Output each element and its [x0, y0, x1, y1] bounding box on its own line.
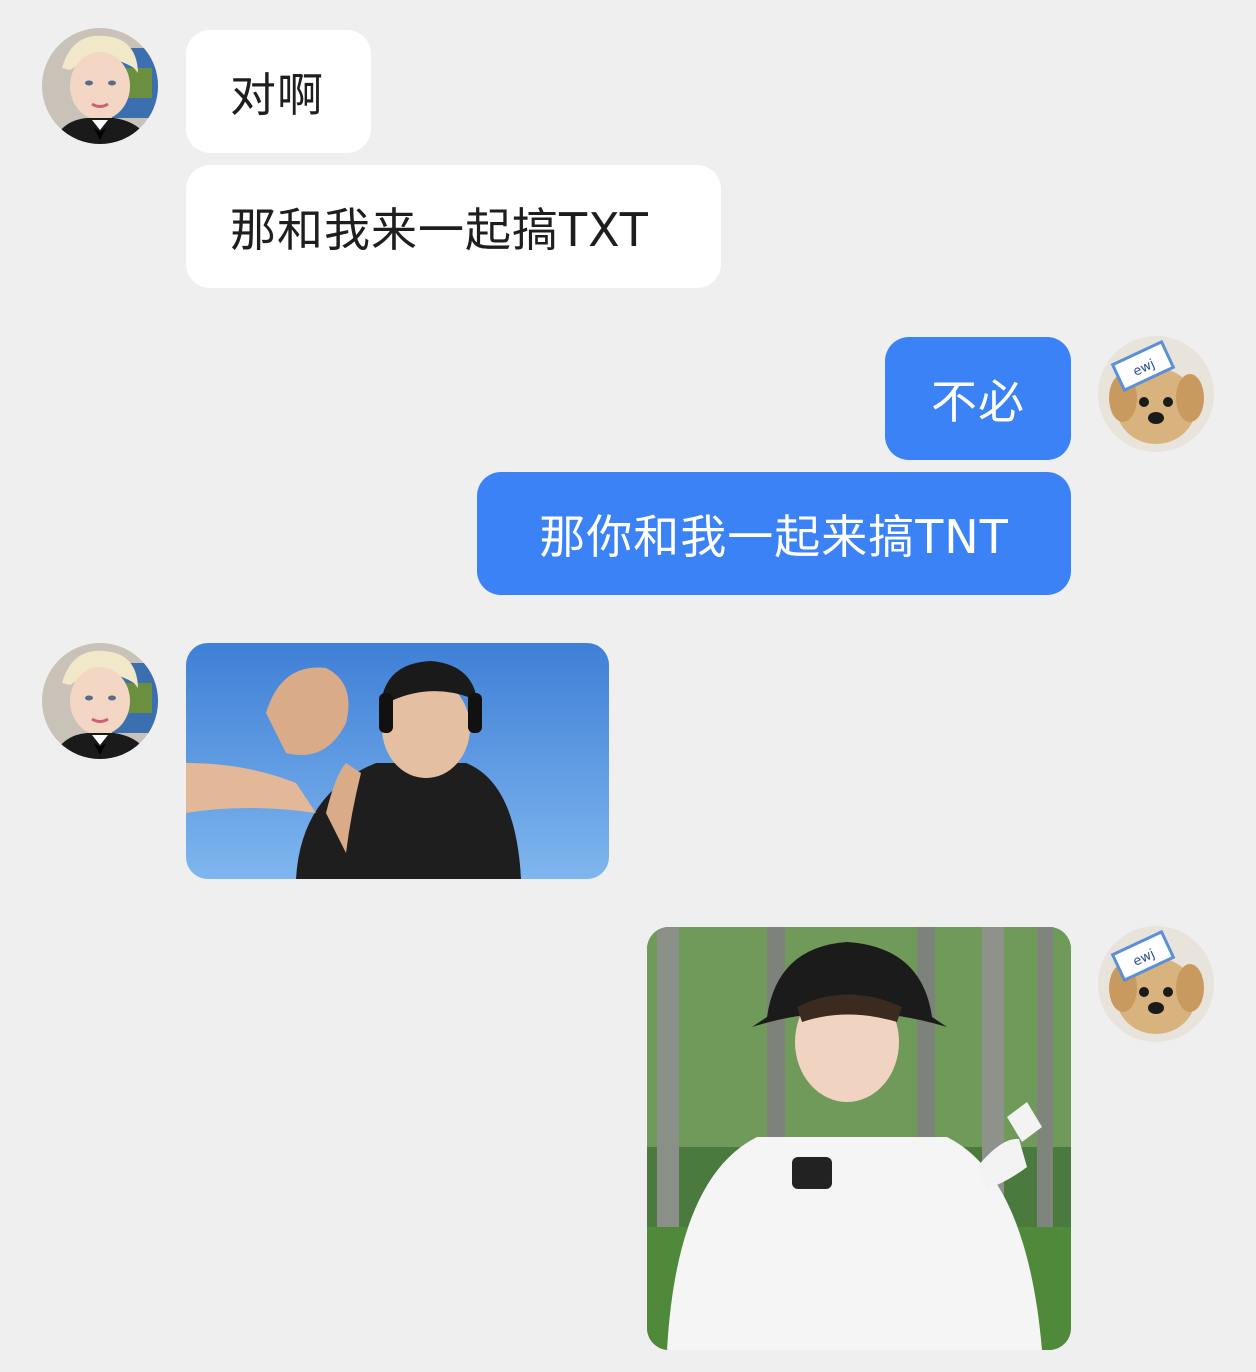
- message-text: 对啊: [230, 67, 324, 122]
- contact-avatar-icon[interactable]: [42, 28, 158, 144]
- message-text: 那和我来一起搞TXT: [230, 202, 649, 257]
- sticker-photo-icon: [186, 643, 609, 879]
- message-bubble-incoming[interactable]: 那和我来一起搞TXT: [186, 165, 721, 288]
- dog-avatar-icon[interactable]: ewj: [1098, 926, 1214, 1042]
- message-bubble-outgoing[interactable]: 那你和我一起来搞TNT: [477, 472, 1071, 595]
- message-bubble-incoming[interactable]: 对啊: [186, 30, 371, 153]
- message-image-outgoing[interactable]: [647, 927, 1071, 1350]
- contact-avatar-icon[interactable]: [42, 643, 158, 759]
- message-bubble-outgoing[interactable]: 不必: [885, 337, 1071, 460]
- sticker-photo-icon: [647, 927, 1071, 1350]
- message-image-incoming[interactable]: [186, 643, 609, 879]
- message-text: 不必: [931, 374, 1025, 429]
- chat-conversation: 对啊 那和我来一起搞TXT 不必 ewj 那你和我一起来搞TNT ewj: [0, 0, 1256, 1372]
- message-text: 那你和我一起来搞TNT: [539, 509, 1009, 564]
- dog-avatar-icon[interactable]: ewj: [1098, 336, 1214, 452]
